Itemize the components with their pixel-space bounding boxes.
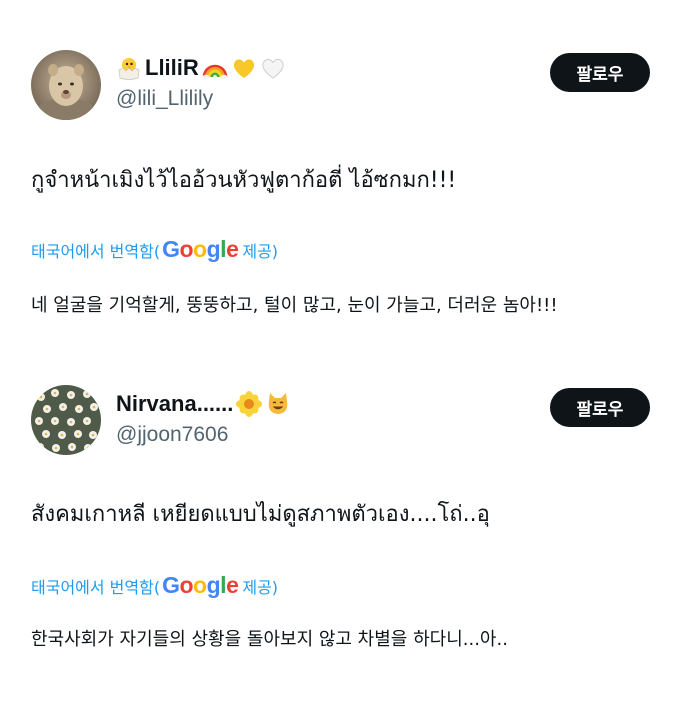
- provider-suffix: 제공): [242, 241, 279, 261]
- display-name: Nirvana......: [116, 391, 234, 416]
- user-handle[interactable]: @jjoon7606: [116, 423, 228, 447]
- blossom-icon: [236, 391, 263, 417]
- rainbow-icon: [202, 64, 228, 80]
- display-name-row[interactable]: LliliR: [116, 55, 286, 81]
- display-name-row[interactable]: Nirvana......: [116, 391, 291, 417]
- translated-from-label[interactable]: 태국어에서 번역함(: [31, 574, 160, 598]
- hatching-chick-icon: [118, 58, 140, 80]
- yellow-heart-icon: [233, 59, 254, 78]
- translated-from-label[interactable]: 태국어에서 번역함(: [31, 238, 160, 262]
- translation-attribution: 태국어에서 번역함( Google 제공): [31, 572, 278, 599]
- follow-button[interactable]: 팔로우: [550, 388, 650, 427]
- provider-suffix: 제공): [242, 577, 279, 597]
- tweet-text: สังคมเกาหลี เหยียดแบบไม่ดูสภาพตัวเอง....…: [31, 502, 490, 527]
- white-heart-icon: [262, 58, 284, 79]
- follow-button[interactable]: 팔로우: [550, 53, 650, 92]
- translation-attribution: 태국어에서 번역함( Google 제공): [31, 236, 278, 263]
- avatar[interactable]: [31, 385, 101, 455]
- translated-text: 네 얼굴을 기억할게, 뚱뚱하고, 털이 많고, 눈이 가늘고, 더러운 놈아!…: [31, 295, 558, 316]
- display-name: LliliR: [145, 55, 199, 80]
- avatar[interactable]: [31, 50, 101, 120]
- cat-face-icon: [269, 393, 288, 414]
- tweet-text: กูจำหน้าเมิงไว้ไออ้วนหัวฟูตาก้อตี่ ไอ้ซก…: [31, 168, 457, 193]
- translated-text: 한국사회가 자기들의 상황을 돌아보지 않고 차별을 하다니...아..: [31, 629, 508, 650]
- google-logo: Google: [162, 572, 239, 598]
- user-handle[interactable]: @lili_Llilily: [116, 87, 213, 111]
- google-logo: Google: [162, 236, 239, 262]
